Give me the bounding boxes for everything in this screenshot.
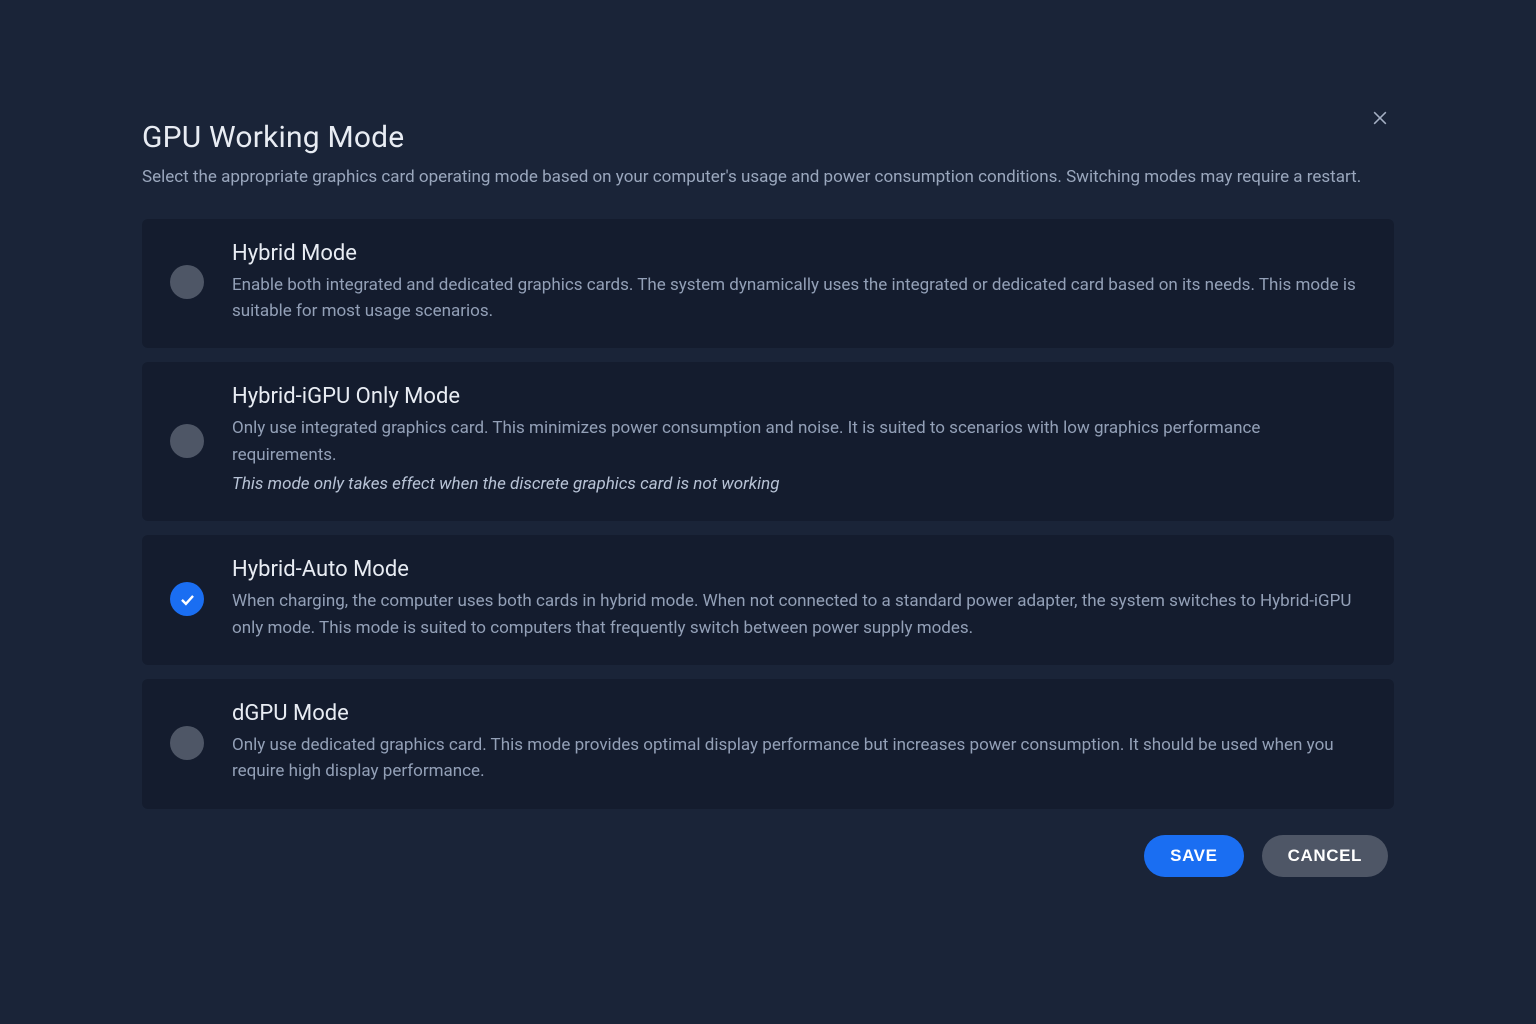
option-content: dGPU Mode Only use dedicated graphics ca… xyxy=(232,701,1366,785)
save-button[interactable]: SAVE xyxy=(1144,835,1243,877)
cancel-button[interactable]: CANCEL xyxy=(1262,835,1388,877)
gpu-mode-dialog: GPU Working Mode Select the appropriate … xyxy=(118,90,1418,907)
dialog-footer: SAVE CANCEL xyxy=(142,835,1394,877)
option-title: Hybrid Mode xyxy=(232,241,1366,266)
radio-hybrid-auto[interactable] xyxy=(170,582,204,616)
option-dgpu[interactable]: dGPU Mode Only use dedicated graphics ca… xyxy=(142,679,1394,809)
option-desc: Only use integrated graphics card. This … xyxy=(232,415,1366,468)
dialog-subtitle: Select the appropriate graphics card ope… xyxy=(142,165,1394,191)
radio-hybrid[interactable] xyxy=(170,265,204,299)
option-title: dGPU Mode xyxy=(232,701,1366,726)
option-content: Hybrid-iGPU Only Mode Only use integrate… xyxy=(232,384,1366,497)
dialog-title: GPU Working Mode xyxy=(142,120,1394,155)
option-hybrid-auto[interactable]: Hybrid-Auto Mode When charging, the comp… xyxy=(142,535,1394,665)
option-desc: When charging, the computer uses both ca… xyxy=(232,588,1366,641)
option-content: Hybrid Mode Enable both integrated and d… xyxy=(232,241,1366,325)
option-hybrid-igpu[interactable]: Hybrid-iGPU Only Mode Only use integrate… xyxy=(142,362,1394,521)
option-hybrid[interactable]: Hybrid Mode Enable both integrated and d… xyxy=(142,219,1394,349)
close-button[interactable] xyxy=(1366,104,1394,132)
option-desc: Enable both integrated and dedicated gra… xyxy=(232,272,1366,325)
option-title: Hybrid-Auto Mode xyxy=(232,557,1366,582)
option-content: Hybrid-Auto Mode When charging, the comp… xyxy=(232,557,1366,641)
radio-dgpu[interactable] xyxy=(170,726,204,760)
radio-hybrid-igpu[interactable] xyxy=(170,424,204,458)
option-title: Hybrid-iGPU Only Mode xyxy=(232,384,1366,409)
close-icon xyxy=(1370,108,1390,128)
options-list: Hybrid Mode Enable both integrated and d… xyxy=(142,219,1394,809)
option-note: This mode only takes effect when the dis… xyxy=(232,472,1366,498)
option-desc: Only use dedicated graphics card. This m… xyxy=(232,732,1366,785)
check-icon xyxy=(178,590,197,609)
